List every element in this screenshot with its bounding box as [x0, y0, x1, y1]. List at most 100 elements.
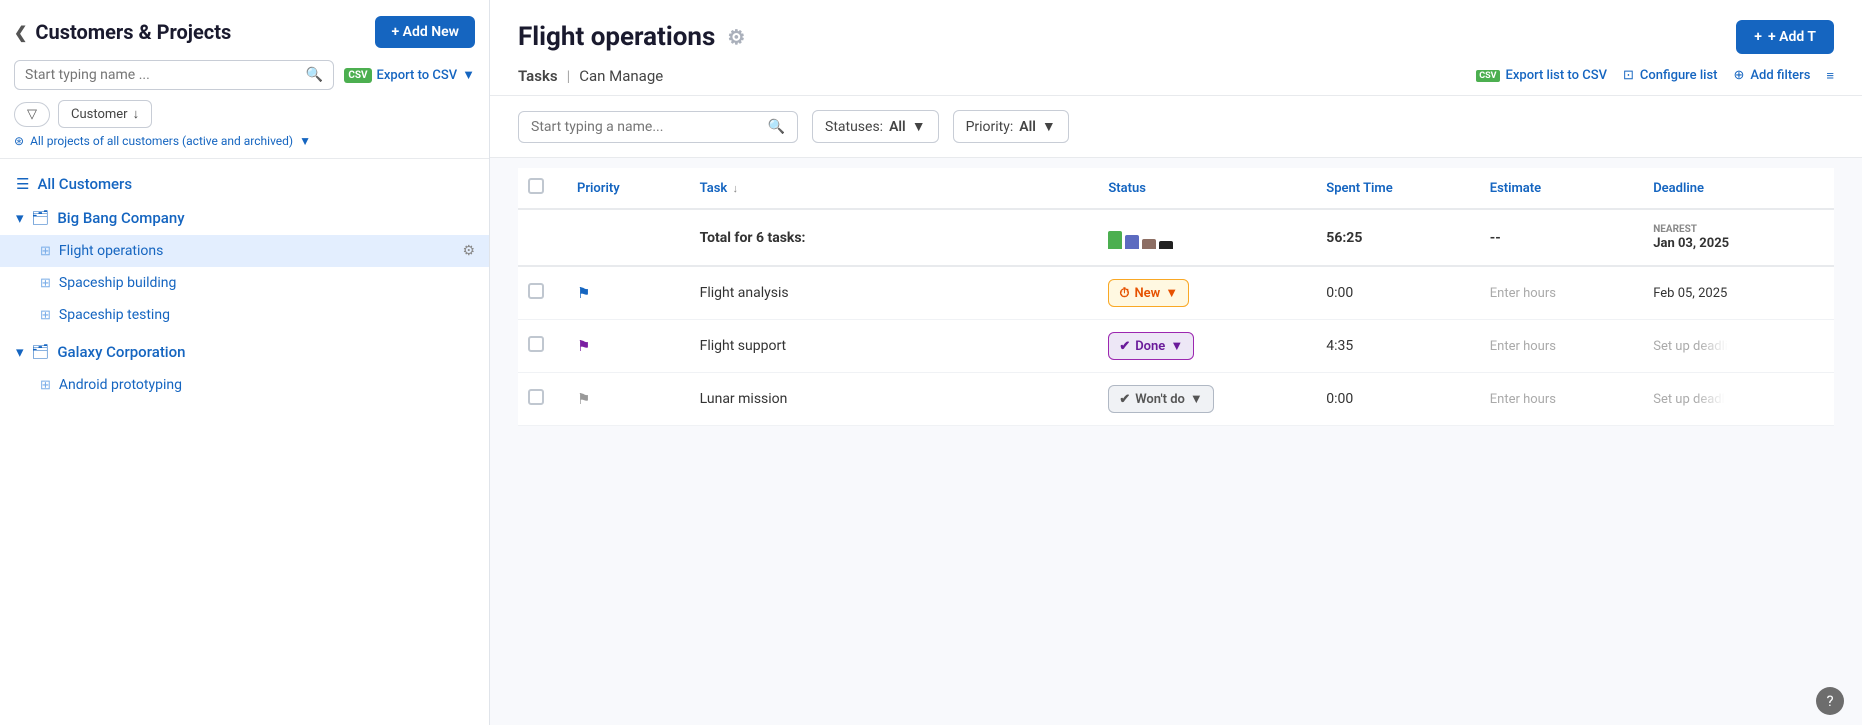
total-deadline-value: Jan 03, 2025: [1653, 236, 1729, 251]
sidebar-title: ❮ Customers & Projects: [14, 20, 231, 44]
row-priority-fs: ⚑: [567, 320, 690, 373]
add-task-icon: +: [1754, 29, 1762, 45]
project-item-spaceship-testing[interactable]: ⊞ Spaceship testing: [0, 299, 489, 331]
statuses-chevron: ▼: [912, 118, 926, 135]
add-filters-button[interactable]: ⊕ Add filters: [1734, 68, 1811, 83]
customer-group-header-galaxy[interactable]: ▾ 🗂 Galaxy Corporation: [0, 335, 489, 369]
task-sort-icon: ↓: [732, 182, 738, 195]
project-label-fo: Flight operations: [59, 243, 163, 259]
status-badge-fa[interactable]: ⏱ New ▼: [1108, 279, 1189, 307]
all-dropdown-icon: ▽: [27, 107, 37, 122]
tasks-label-group: Tasks | Can Manage: [518, 66, 663, 85]
main-settings-icon[interactable]: ⚙: [727, 25, 745, 49]
total-bars-cell: [1098, 209, 1316, 266]
list-view-icon: ≡: [1826, 68, 1834, 84]
project-icon-fo: ⊞: [40, 244, 51, 259]
flag-icon-fs: ⚑: [577, 337, 590, 355]
estimate-lm: Enter hours: [1490, 392, 1556, 407]
th-spent-label: Spent Time: [1326, 181, 1392, 196]
sidebar-search-input[interactable]: [25, 67, 306, 83]
row-deadline-lm[interactable]: Set up deadl: [1643, 373, 1834, 426]
customer-filter-button[interactable]: Customer ↓: [58, 100, 152, 128]
checkbox-fs[interactable]: [528, 336, 544, 352]
divider: |: [567, 67, 571, 85]
bar-3: [1142, 239, 1156, 249]
statuses-filter[interactable]: Statuses: All ▼: [812, 110, 939, 143]
project-item-android-prototyping[interactable]: ⊞ Android prototyping: [0, 369, 489, 401]
checkbox-fa[interactable]: [528, 283, 544, 299]
filter-row: ▽ Customer ↓: [14, 100, 475, 128]
priority-filter[interactable]: Priority: All ▼: [953, 110, 1069, 143]
total-spent-cell: 56:25: [1316, 209, 1479, 266]
deadline-lm: Set up deadl: [1653, 392, 1725, 407]
th-task[interactable]: Task ↓: [690, 168, 1099, 209]
main-toolbar: Tasks | Can Manage CSV Export list to CS…: [518, 66, 1834, 95]
row-spent-fa: 0:00: [1316, 266, 1479, 320]
th-deadline[interactable]: Deadline: [1643, 168, 1834, 209]
all-dropdown-button[interactable]: ▽: [14, 102, 50, 127]
row-task-fs[interactable]: Flight support: [690, 320, 1099, 373]
add-task-button[interactable]: + + Add T: [1736, 20, 1834, 54]
th-status-label: Status: [1108, 181, 1146, 196]
flag-icon-lm: ⚑: [577, 390, 590, 408]
configure-list-icon: ⊡: [1623, 68, 1634, 83]
customer-group-bigbang: ▾ 🗂 Big Bang Company ⊞ Flight operations…: [0, 201, 489, 331]
configure-list-label: Configure list: [1640, 68, 1718, 83]
export-csv-label: Export to CSV: [377, 68, 458, 83]
all-customers-nav[interactable]: ☰ All Customers: [0, 167, 489, 201]
export-list-csv-button[interactable]: CSV Export list to CSV: [1476, 68, 1607, 83]
th-priority[interactable]: Priority: [567, 168, 690, 209]
export-csv-button[interactable]: CSV Export to CSV ▼: [344, 67, 475, 83]
sidebar-nav: ☰ All Customers ▾ 🗂 Big Bang Company ⊞ F…: [0, 159, 489, 725]
checkbox-lm[interactable]: [528, 389, 544, 405]
project-icon-sb: ⊞: [40, 276, 51, 291]
table-header-row: Priority Task ↓ Status Spent Time Estima: [518, 168, 1834, 209]
task-name-search[interactable]: 🔍: [518, 111, 798, 143]
estimate-fa: Enter hours: [1490, 286, 1556, 301]
customer-group-header-bigbang[interactable]: ▾ 🗂 Big Bang Company: [0, 201, 489, 235]
total-priority-cell: [567, 209, 690, 266]
th-task-label: Task ↓: [700, 181, 738, 196]
status-text-fa: New: [1134, 286, 1160, 301]
select-all-checkbox[interactable]: [528, 178, 544, 194]
all-projects-filter-label: All projects of all customers (active an…: [30, 134, 293, 148]
collapse-sidebar-icon[interactable]: ❮: [14, 23, 27, 42]
project-item-flight-operations[interactable]: ⊞ Flight operations ⚙: [0, 235, 489, 267]
project-gear-button-fo[interactable]: ⚙: [462, 243, 475, 259]
configure-list-button[interactable]: ⊡ Configure list: [1623, 68, 1718, 83]
list-view-button[interactable]: ≡: [1826, 68, 1834, 84]
row-task-lm[interactable]: Lunar mission: [690, 373, 1099, 426]
projects-filter-chevron: ▼: [299, 134, 311, 148]
add-task-label: + Add T: [1768, 29, 1816, 45]
row-check-lm: [518, 373, 567, 426]
row-check-fs: [518, 320, 567, 373]
can-manage-label: Can Manage: [579, 67, 663, 85]
status-badge-fs[interactable]: ✔ Done ▼: [1108, 332, 1194, 360]
row-estimate-fa[interactable]: Enter hours: [1480, 266, 1643, 320]
th-priority-label: Priority: [577, 181, 620, 196]
projects-filter-row[interactable]: ⊛ All projects of all customers (active …: [14, 134, 475, 148]
row-estimate-lm[interactable]: Enter hours: [1480, 373, 1643, 426]
status-text-fs: Done: [1135, 339, 1165, 354]
total-status-bars: [1108, 227, 1306, 249]
th-status[interactable]: Status: [1098, 168, 1316, 209]
task-name-input[interactable]: [531, 119, 768, 135]
all-customers-icon: ☰: [16, 175, 29, 193]
tasks-label: Tasks: [518, 67, 558, 85]
row-estimate-fs[interactable]: Enter hours: [1480, 320, 1643, 373]
row-task-fa[interactable]: Flight analysis: [690, 266, 1099, 320]
total-estimate: --: [1490, 230, 1501, 246]
th-estimate[interactable]: Estimate: [1480, 168, 1643, 209]
project-item-spaceship-building[interactable]: ⊞ Spaceship building: [0, 267, 489, 299]
bar-1: [1108, 231, 1122, 249]
project-label-sb: Spaceship building: [59, 275, 177, 291]
sidebar-search-box[interactable]: 🔍: [14, 60, 334, 90]
row-deadline-fs[interactable]: Set up deadli: [1643, 320, 1834, 373]
add-new-button[interactable]: + Add New: [375, 16, 475, 48]
help-button[interactable]: ?: [1816, 687, 1844, 715]
th-spent-time[interactable]: Spent Time: [1316, 168, 1479, 209]
status-badge-lm[interactable]: ✔ Won't do ▼: [1108, 385, 1213, 413]
csv-icon: CSV: [344, 68, 371, 83]
total-row: Total for 6 tasks: 56:25: [518, 209, 1834, 266]
filters-bar: 🔍 Statuses: All ▼ Priority: All ▼: [490, 96, 1862, 158]
